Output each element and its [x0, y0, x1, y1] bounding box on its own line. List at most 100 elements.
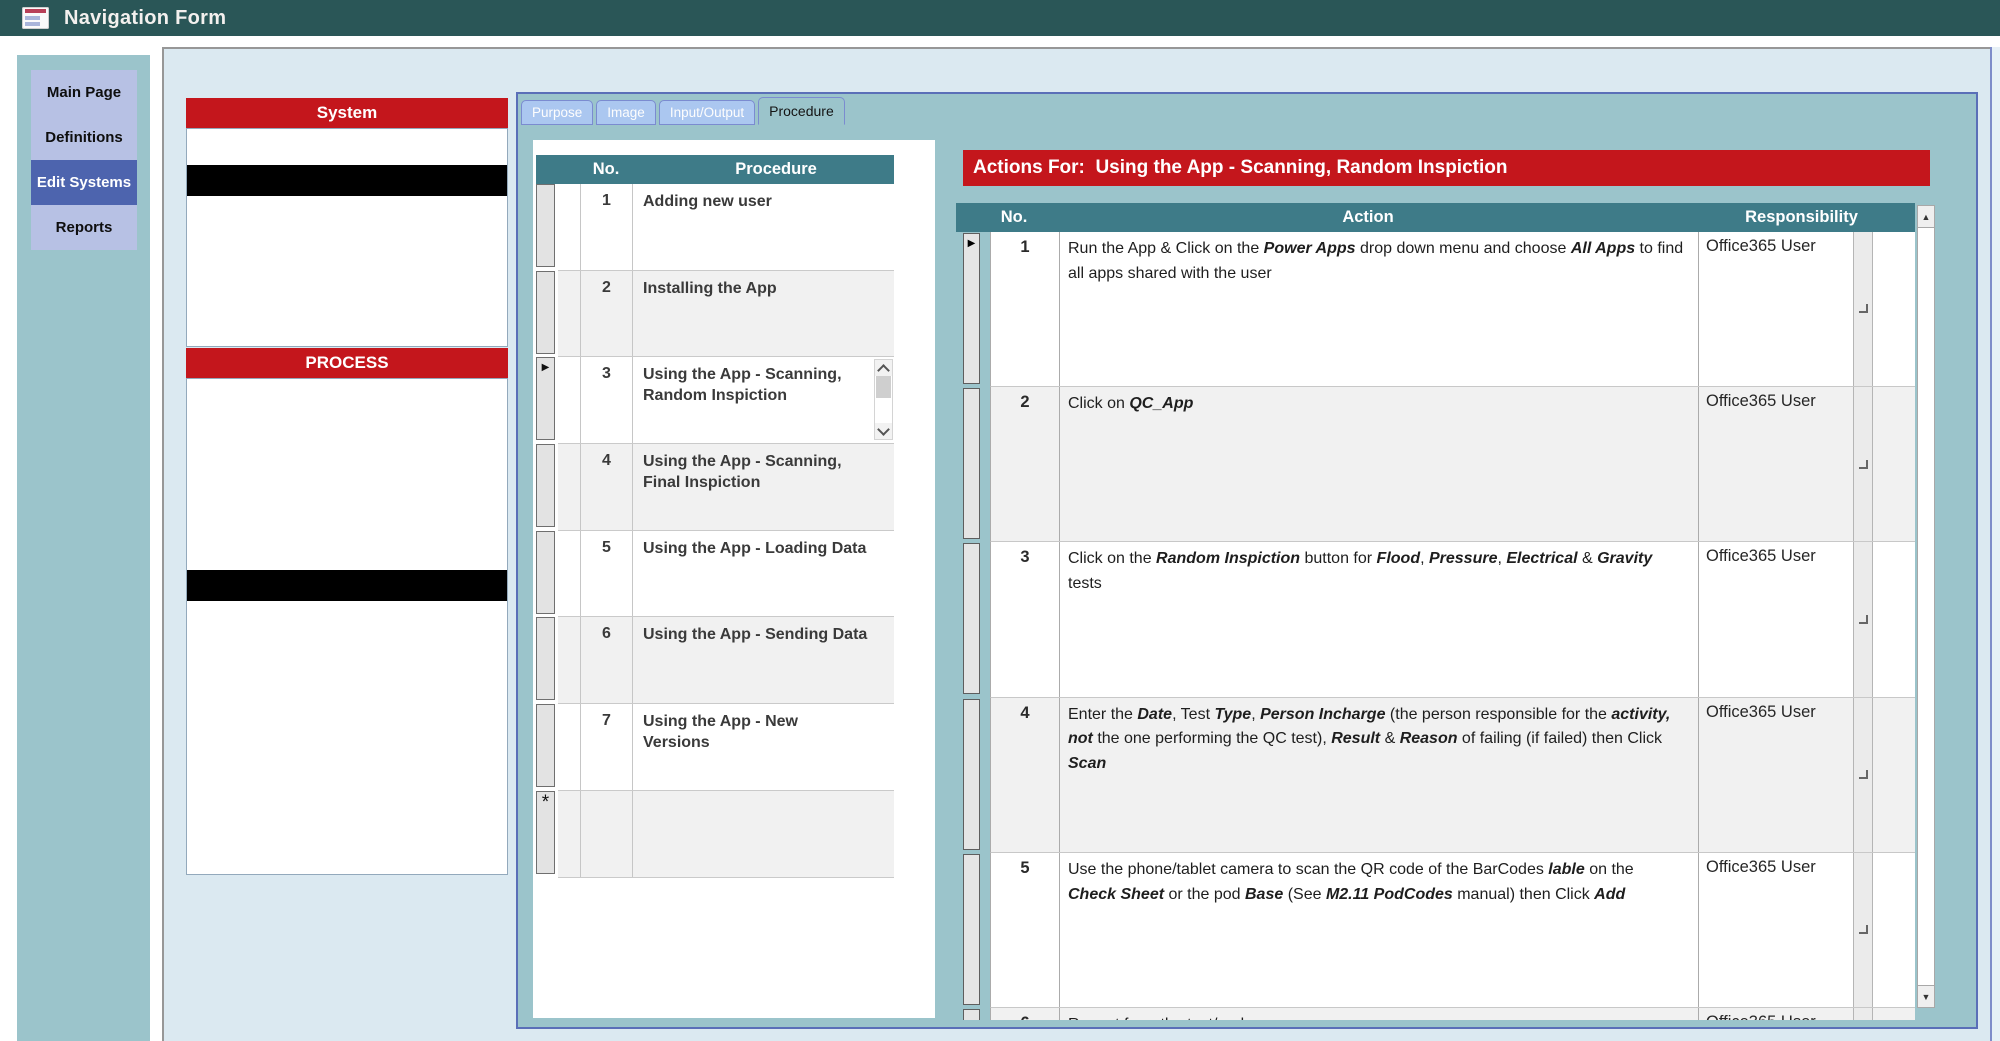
procedure-rows: 1 Adding new user 2 Installing the App ▶… [536, 184, 894, 878]
cell-scrollbar[interactable] [874, 359, 893, 441]
nav-button-label: Reports [55, 219, 113, 236]
tab-strip: Purpose Image Input/Output Procedure [521, 97, 845, 125]
process-list-item[interactable] [187, 601, 507, 632]
record-selector[interactable] [536, 617, 555, 701]
process-list-header: PROCESS [186, 348, 508, 378]
action-no-cell[interactable]: 4 [991, 698, 1059, 852]
action-no-cell[interactable]: 5 [991, 853, 1059, 1007]
procedure-no-cell[interactable]: 6 [580, 617, 633, 704]
responsibility-dropdown-strip[interactable] [1853, 697, 1873, 852]
chevron-down-icon [1859, 304, 1868, 314]
procedure-no-cell[interactable]: 5 [580, 530, 633, 617]
actions-scrollbar[interactable]: ▲ ▼ [1917, 205, 1935, 1008]
tab-label: Image [607, 105, 645, 120]
process-list-item[interactable] [187, 539, 507, 570]
procedure-text-cell[interactable]: Using the App - New Versions [633, 704, 894, 790]
procedure-text-cell[interactable]: Adding new user [633, 184, 894, 270]
responsibility-dropdown-strip[interactable] [1853, 542, 1873, 697]
record-selector[interactable] [963, 853, 980, 1005]
procedure-no-cell[interactable]: 7 [580, 704, 633, 790]
tab[interactable]: Input/Output [658, 100, 756, 125]
responsibility-cell[interactable]: Office365 User [1699, 853, 1853, 1007]
procedure-no-cell[interactable]: 1 [580, 184, 633, 270]
scroll-down-arrow-icon[interactable]: ▼ [1918, 985, 1934, 1007]
process-list-item[interactable] [187, 415, 507, 446]
responsibility-dropdown-strip[interactable] [1853, 1007, 1873, 1020]
record-selector[interactable] [536, 530, 555, 614]
responsibility-cell[interactable]: Office365 User [1699, 542, 1853, 696]
responsibility-cell[interactable]: Office365 User [1699, 698, 1853, 852]
title-bar: Navigation Form [0, 0, 2000, 36]
procedure-text-cell[interactable]: Using the App - Scanning, Final Inspicti… [633, 444, 894, 530]
nav-button[interactable]: Main Page [31, 70, 137, 115]
process-list-item[interactable] [187, 446, 507, 477]
nav-button[interactable]: Definitions [31, 115, 137, 160]
scrollbar-thumb[interactable] [876, 376, 891, 399]
action-text-cell[interactable]: Use the phone/tablet camera to scan the … [1059, 852, 1699, 1007]
responsibility-cell[interactable]: Office365 User [1699, 232, 1853, 386]
process-list-item[interactable] [187, 663, 507, 694]
system-list-item[interactable] [187, 227, 507, 258]
action-no-cell[interactable]: 3 [991, 542, 1059, 696]
responsibility-cell[interactable]: Office365 User [1699, 387, 1853, 541]
record-selector[interactable]: ▶ [536, 357, 555, 441]
action-no-cell[interactable]: 1 [991, 232, 1059, 386]
process-list-item[interactable] [187, 384, 507, 415]
responsibility-dropdown-strip[interactable] [1853, 232, 1873, 387]
chevron-down-icon [1859, 925, 1868, 935]
nav-button[interactable]: Reports [31, 205, 137, 250]
record-selector[interactable]: ▶ [963, 233, 980, 384]
procedure-no-cell[interactable] [580, 790, 633, 877]
procedure-text-cell[interactable]: Using the App - Loading Data [633, 531, 894, 617]
row-filler [1873, 232, 1915, 386]
procedure-row: * [536, 790, 894, 878]
system-list-item[interactable] [187, 134, 507, 165]
action-no-cell[interactable]: 2 [991, 387, 1059, 541]
record-selector[interactable] [536, 704, 555, 788]
action-text-cell[interactable]: Click on QC_App [1059, 387, 1699, 542]
tab[interactable]: Purpose [521, 100, 594, 125]
record-selector[interactable] [963, 1008, 980, 1020]
procedure-text-cell[interactable]: Installing the App [633, 271, 894, 357]
procedure-text-cell[interactable] [633, 791, 894, 877]
chevron-down-icon[interactable] [875, 423, 892, 440]
record-selector[interactable] [963, 388, 980, 540]
scroll-up-arrow-icon[interactable]: ▲ [1918, 206, 1934, 228]
nav-button[interactable]: Edit Systems [31, 160, 137, 205]
system-list-item[interactable] [187, 196, 507, 227]
responsibility-dropdown-strip[interactable] [1853, 852, 1873, 1007]
action-row: 2 Click on QC_App Office365 User [956, 387, 1915, 543]
chevron-up-icon[interactable] [875, 360, 892, 378]
record-selector[interactable] [536, 270, 555, 354]
responsibility-dropdown-strip[interactable] [1853, 387, 1873, 542]
procedure-text-cell[interactable]: Using the App - Sending Data [633, 617, 894, 703]
procedure-no-cell[interactable]: 3 [580, 357, 633, 444]
process-list-item[interactable] [187, 477, 507, 508]
procedure-no-cell[interactable]: 4 [580, 444, 633, 530]
action-text-cell[interactable]: Click on the Random Inspiction button fo… [1059, 542, 1699, 697]
tab[interactable]: Procedure [758, 97, 845, 125]
process-list-item[interactable] [187, 570, 507, 601]
action-no-cell[interactable]: 6 [991, 1008, 1059, 1020]
chevron-down-icon [1859, 614, 1868, 624]
chevron-down-icon [1859, 770, 1868, 780]
system-list-item[interactable] [187, 165, 507, 196]
responsibility-cell[interactable]: Office365 User [1699, 1008, 1853, 1020]
process-list-item[interactable] [187, 694, 507, 725]
record-selector[interactable]: * [536, 790, 555, 874]
procedure-row-cells [558, 790, 894, 878]
record-selector[interactable] [536, 184, 555, 267]
action-text-cell[interactable]: Enter the Date, Test Type, Person Inchar… [1059, 697, 1699, 852]
procedure-text-cell[interactable]: Using the App - Scanning, Random Inspict… [633, 357, 894, 443]
procedure-col-procedure: Procedure [735, 160, 817, 178]
record-selector[interactable] [963, 698, 980, 850]
procedure-row-cells: 5 Using the App - Loading Data [558, 530, 894, 618]
procedure-no-cell[interactable]: 2 [580, 270, 633, 357]
process-list-item[interactable] [187, 632, 507, 663]
action-text-cell[interactable]: Repeat from the test/pod [1059, 1007, 1699, 1020]
record-selector[interactable] [536, 444, 555, 528]
record-selector[interactable] [963, 543, 980, 695]
process-list-item[interactable] [187, 508, 507, 539]
tab[interactable]: Image [596, 100, 656, 125]
action-text-cell[interactable]: Run the App & Click on the Power Apps dr… [1059, 232, 1699, 387]
